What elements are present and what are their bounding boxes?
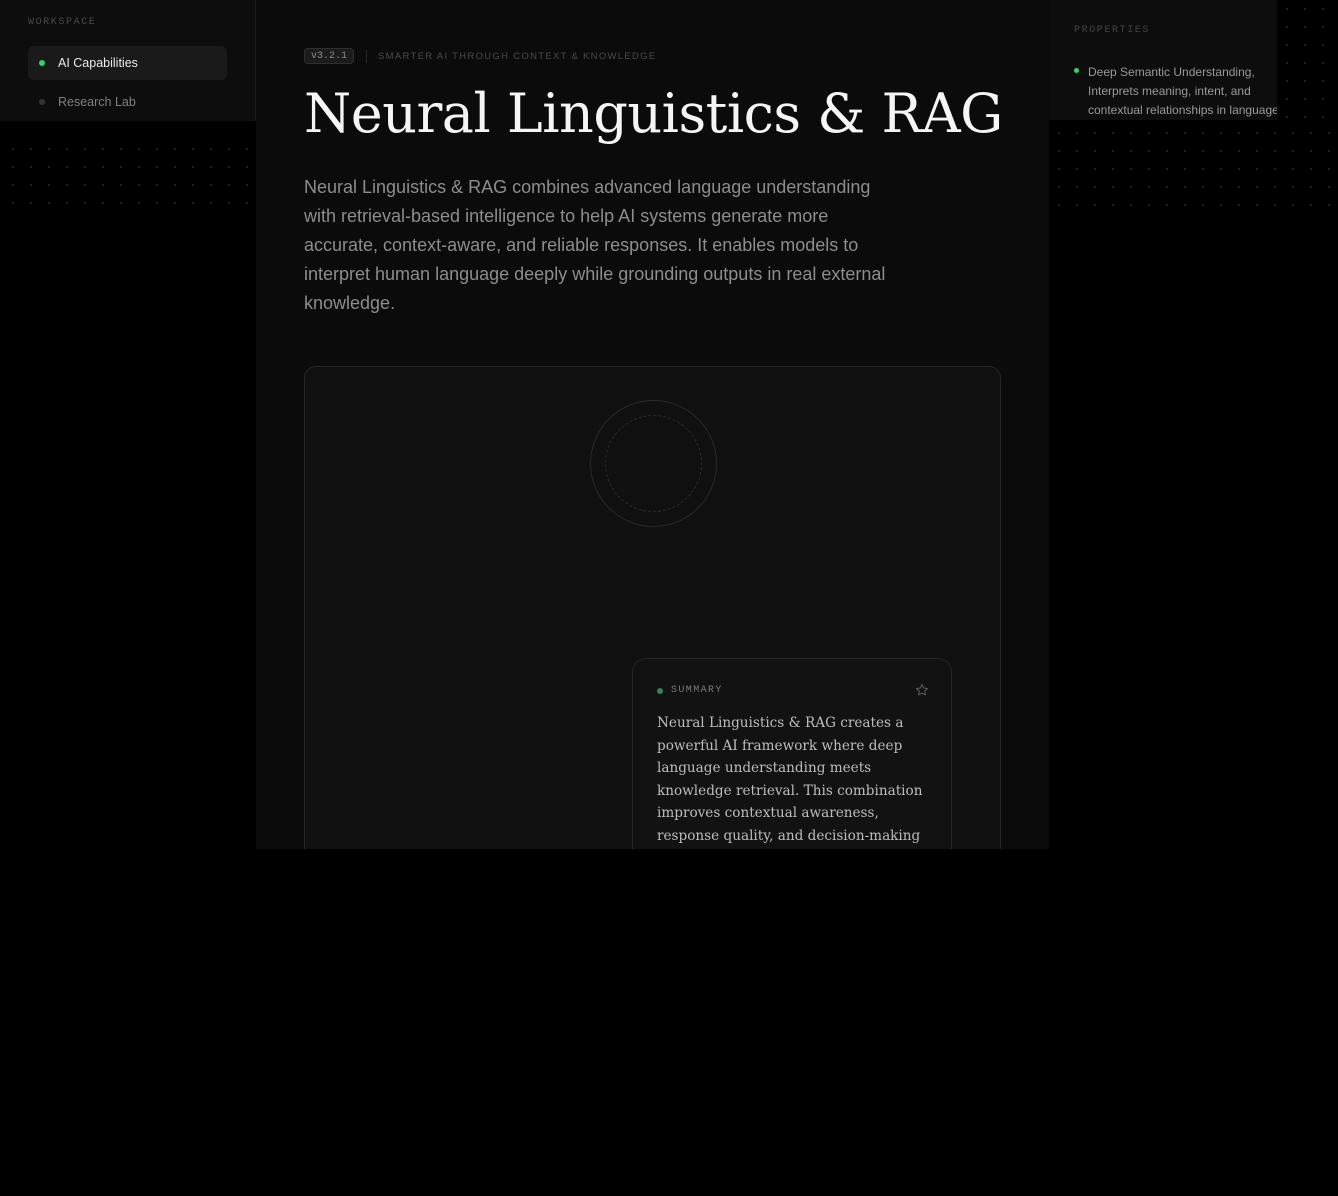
properties-heading: PROPERTIES [1074,25,1151,36]
sidebar: WORKSPACE AI Capabilities Research Lab [0,0,256,121]
divider [366,49,368,63]
dot-grid-pattern [1050,124,1338,212]
visual-card: SUMMARY Neural Linguistics & RAG creates… [304,366,1001,849]
inactive-indicator-dot [39,99,45,105]
summary-text: Neural Linguistics & RAG creates a power… [657,715,923,844]
properties-panel: PROPERTIES Deep Semantic Understanding, … [1049,0,1277,120]
sidebar-heading: WORKSPACE [28,17,97,28]
summary-label: SUMMARY [671,685,723,696]
sidebar-item-ai-capabilities[interactable]: AI Capabilities [28,46,227,80]
version-badge: v3.2.1 [304,48,355,64]
summary-header: SUMMARY [657,685,723,696]
orbit-ring-inner [605,415,702,512]
meta-row: v3.2.1 SMARTER AI THROUGH CONTEXT & KNOW… [304,48,657,64]
property-line: Deep Semantic Understanding, [1088,65,1255,79]
tagline: SMARTER AI THROUGH CONTEXT & KNOWLEDGE [378,50,657,62]
sidebar-item-label: AI Capabilities [58,56,138,70]
sidebar-item-research-lab[interactable]: Research Lab [28,85,227,119]
page: WORKSPACE AI Capabilities Research Lab v… [0,0,1338,1196]
star-icon[interactable] [915,683,929,697]
status-dot [657,687,663,694]
intro-paragraph: Neural Linguistics & RAG combines advanc… [304,177,886,313]
property-item: Deep Semantic Understanding, Interprets … [1074,63,1277,120]
property-line: Interprets meaning, intent, and [1088,84,1251,98]
main-content: v3.2.1 SMARTER AI THROUGH CONTEXT & KNOW… [256,0,1049,849]
dot-grid-pattern [1278,0,1338,120]
dot-grid-pattern [4,140,256,212]
summary-card: SUMMARY Neural Linguistics & RAG creates… [632,658,952,849]
property-line: contextual relationships in language [1088,103,1277,117]
bullet-dot [1074,68,1079,73]
page-title: Neural Linguistics & RAG [304,82,1003,145]
property-text: Deep Semantic Understanding, Interprets … [1088,63,1277,120]
active-indicator-dot [39,60,45,66]
sidebar-item-label: Research Lab [58,95,136,109]
